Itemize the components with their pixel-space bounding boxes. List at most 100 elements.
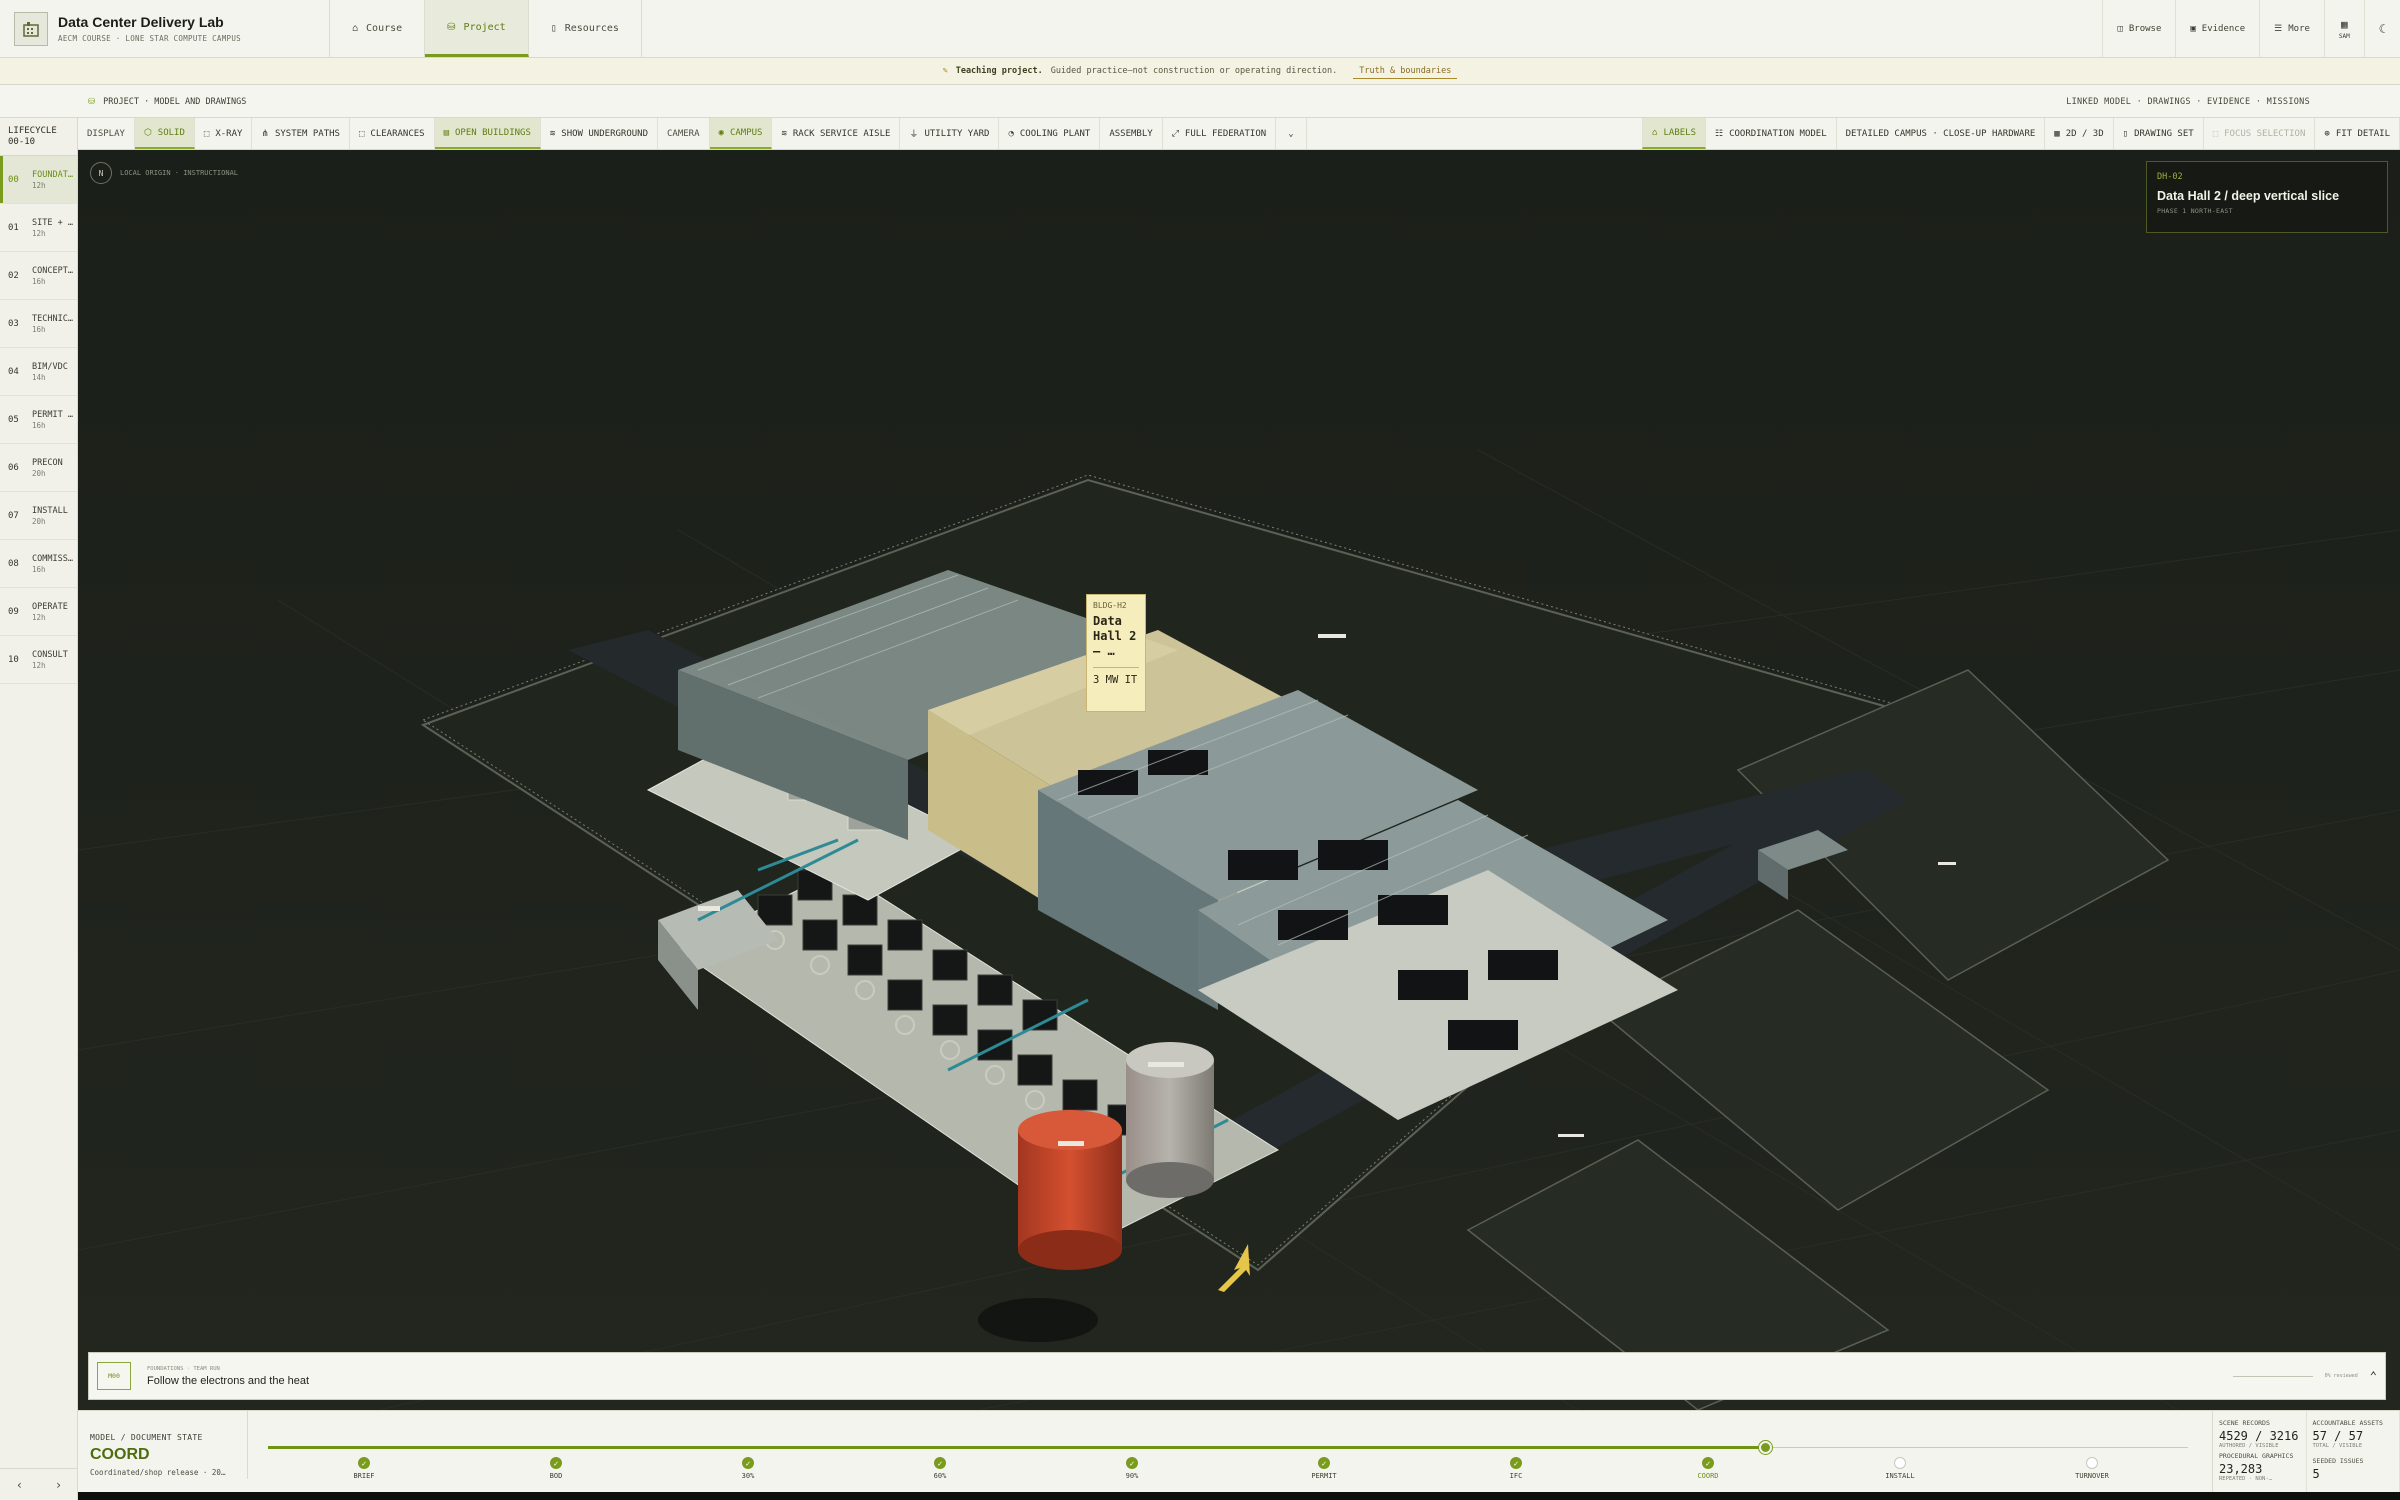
tab-resources[interactable]: ▯ Resources — [529, 0, 642, 57]
xray-button[interactable]: ⬚ X-RAY — [195, 118, 253, 149]
toolbar-collapse-button[interactable]: ⌄ — [1276, 118, 1307, 149]
theme-toggle[interactable]: ☾ — [2363, 0, 2400, 57]
cooling-plant-view-button[interactable]: ◔ COOLING PLANT — [999, 118, 1101, 149]
compass-icon[interactable]: N — [90, 162, 112, 184]
gate-label: 60% — [933, 1472, 947, 1480]
lifecycle-num: 01 — [8, 222, 19, 233]
scene-stats: SCENE RECORDS 4529 / 3216 AUTHORED / VIS… — [2213, 1411, 2307, 1500]
state-sub: Coordinated/shop release · 20… — [90, 1468, 226, 1477]
view-toolbar: DISPLAY ⬡ SOLID ⬚ X-RAY ⋔ SYSTEM PATHS ⬚ CLE… — [78, 118, 2400, 150]
panel-icon: ◫ — [2117, 23, 2123, 34]
issues-label: SEEDED ISSUES — [2312, 1457, 2364, 1465]
clearances-button[interactable]: ⬚ CLEARANCES — [350, 118, 435, 149]
show-underground-button[interactable]: ≋ SHOW UNDERGROUND — [541, 118, 658, 149]
view-2d3d-button[interactable]: ▦ 2D / 3D — [2045, 118, 2114, 149]
lifecycle-item-00[interactable]: 00 FOUNDAT… 12h — [0, 156, 77, 204]
check-icon: ✓ — [1126, 1457, 1138, 1469]
more-button[interactable]: ☰ More — [2259, 0, 2324, 57]
timeline-handle[interactable] — [1758, 1441, 1772, 1454]
lifecycle-duration: 12h — [32, 661, 46, 670]
fit-detail-button[interactable]: ⊕ FIT DETAIL — [2315, 118, 2400, 149]
origin-label: LOCAL ORIGIN · INSTRUCTIONAL — [120, 169, 239, 177]
asset-stats: ACCOUNTABLE ASSETS 57 / 57 TOTAL / VISIB… — [2307, 1411, 2400, 1500]
assembly-view-button[interactable]: ASSEMBLY — [1100, 118, 1163, 149]
gate-60[interactable]: ✓ 60% — [910, 1457, 970, 1480]
state-timeline[interactable]: ✓ BRIEF ✓ BOD ✓ 30% ✓ 60% ✓ 90% ✓ PERMIT ✓ IFC ✓ COORD I… — [268, 1437, 2188, 1480]
gate-30[interactable]: ✓ 30% — [718, 1457, 778, 1480]
lifecycle-list: 00 FOUNDAT… 12h 01 SITE + … 12h 02 CONCEPT… 16h 0… — [0, 156, 77, 684]
drawing-set-button[interactable]: ▯ DRAWING SET — [2114, 118, 2204, 149]
lifecycle-item-08[interactable]: 08 COMMISS… 16h — [0, 540, 77, 588]
rack-aisle-view-button[interactable]: ≋ RACK SERVICE AISLE — [772, 118, 901, 149]
lifecycle-item-05[interactable]: 05 PERMIT … 16h — [0, 396, 77, 444]
lifecycle-item-07[interactable]: 07 INSTALL 20h — [0, 492, 77, 540]
lifecycle-item-09[interactable]: 09 OPERATE 12h — [0, 588, 77, 636]
lifecycle-item-02[interactable]: 02 CONCEPT… 16h — [0, 252, 77, 300]
solid-button[interactable]: ⬡ SOLID — [134, 118, 195, 149]
evidence-button[interactable]: ▣ Evidence — [2175, 0, 2259, 57]
gate-coord[interactable]: ✓ COORD — [1678, 1457, 1738, 1480]
lifecycle-duration: 20h — [32, 517, 46, 526]
account-label: SAM — [2338, 32, 2350, 40]
mission-bar[interactable]: M00 FOUNDATIONS · TEAM RUN Follow the el… — [88, 1352, 2386, 1400]
system-paths-button[interactable]: ⋔ SYSTEM PATHS — [252, 118, 350, 149]
chevron-left-icon[interactable]: ‹ — [16, 1478, 23, 1492]
cubes-icon: ⛁ — [88, 96, 96, 107]
lifecycle-item-04[interactable]: 04 BIM/VDC 14h — [0, 348, 77, 396]
chevron-up-icon[interactable]: ⌃ — [2370, 1369, 2377, 1383]
check-icon: ✓ — [934, 1457, 946, 1469]
book-icon: ▯ — [550, 23, 557, 34]
more-label: More — [2288, 23, 2310, 34]
lifecycle-label: COMMISS… — [32, 554, 73, 564]
lifecycle-label: INSTALL — [32, 506, 68, 516]
scene-records-sub: AUTHORED / VISIBLE — [2219, 1443, 2279, 1449]
account-button[interactable]: ▦ SAM — [2323, 0, 2364, 57]
model-viewport[interactable]: N LOCAL ORIGIN · INSTRUCTIONAL DH-02 Dat… — [78, 150, 2400, 1410]
brand[interactable]: Data Center Delivery Lab AECM COURSE · L… — [0, 0, 330, 57]
gate-ifc[interactable]: ✓ IFC — [1486, 1457, 1546, 1480]
detailed-campus-button[interactable]: DETAILED CAMPUS · CLOSE-UP HARDWARE — [1837, 118, 2046, 149]
document-icon: ▣ — [2190, 23, 2196, 34]
teaching-banner: ✎ Teaching project. Guided practice—not … — [0, 58, 2400, 85]
gate-label: 90% — [1125, 1472, 1139, 1480]
chevron-right-icon[interactable]: › — [55, 1478, 62, 1492]
browse-button[interactable]: ◫ Browse — [2102, 0, 2175, 57]
lifecycle-item-03[interactable]: 03 TECHNIC… 16h — [0, 300, 77, 348]
gate-bod[interactable]: ✓ BOD — [526, 1457, 586, 1480]
utility-yard-view-button[interactable]: ⏚ UTILITY YARD — [900, 118, 1000, 149]
document-state: MODEL / DOCUMENT STATE COORD Coordinated… — [78, 1411, 248, 1479]
tab-project[interactable]: ⛁ Project — [425, 0, 529, 57]
coordination-model-button[interactable]: ☷ COORDINATION MODEL — [1706, 118, 1837, 149]
gate-turnover[interactable]: TURNOVER — [2062, 1457, 2122, 1480]
lifecycle-item-06[interactable]: 06 PRECON 20h — [0, 444, 77, 492]
tab-course[interactable]: ⌂ Course — [330, 0, 426, 57]
app-title: Data Center Delivery Lab — [58, 14, 224, 30]
truth-boundaries-link[interactable]: Truth & boundaries — [1353, 64, 1458, 79]
full-federation-button[interactable]: ⤢ FULL FEDERATION — [1163, 118, 1277, 149]
focus-phase: PHASE 1 NORTH-EAST — [2157, 207, 2233, 215]
open-buildings-button[interactable]: ▤ OPEN BUILDINGS — [434, 118, 541, 149]
campus-view-button[interactable]: ◉ CAMPUS — [709, 118, 773, 149]
cubes-icon: ⛁ — [447, 21, 456, 33]
lifecycle-item-10[interactable]: 10 CONSULT 12h — [0, 636, 77, 684]
building-label-dh2[interactable]: BLDG-H2 Data Hall 2 – … 3 MW IT — [1086, 594, 1146, 712]
lifecycle-heading: LIFECYCLE — [8, 126, 57, 136]
lifecycle-item-01[interactable]: 01 SITE + … 12h — [0, 204, 77, 252]
gate-90[interactable]: ✓ 90% — [1102, 1457, 1162, 1480]
linked-views[interactable]: LINKED MODEL · DRAWINGS · EVIDENCE · MIS… — [2066, 97, 2310, 107]
document-icon: ▯ — [2122, 128, 2129, 139]
campus-3d-scene[interactable] — [78, 150, 2400, 1410]
focus-selection-button[interactable]: ⬚ FOCUS SELECTION — [2204, 118, 2316, 149]
gate-brief[interactable]: ✓ BRIEF — [334, 1457, 394, 1480]
gate-permit[interactable]: ✓ PERMIT — [1294, 1457, 1354, 1480]
lifecycle-label: PERMIT … — [32, 410, 73, 420]
focus-card[interactable]: DH-02 Data Hall 2 / deep vertical slice … — [2146, 161, 2388, 233]
stats-panel: SCENE RECORDS 4529 / 3216 AUTHORED / VIS… — [2212, 1411, 2400, 1500]
lifecycle-num: 05 — [8, 414, 19, 425]
labels-toggle[interactable]: ⌂ LABELS — [1642, 118, 1707, 149]
state-value: COORD — [90, 1446, 150, 1463]
assets-label: ACCOUNTABLE ASSETS — [2312, 1419, 2383, 1427]
mission-title: Follow the electrons and the heat — [147, 1374, 310, 1387]
gate-install[interactable]: INSTALL — [1870, 1457, 1930, 1480]
